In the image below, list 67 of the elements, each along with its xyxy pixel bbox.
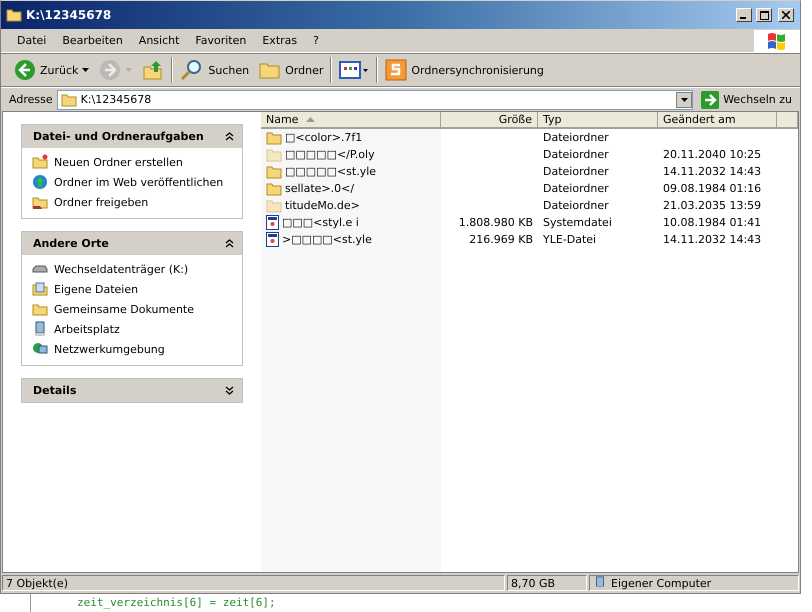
collapse-icon[interactable] bbox=[225, 132, 234, 141]
menu-item[interactable]: Datei bbox=[9, 34, 54, 47]
file-name-cell[interactable]: □□□□□<st.yle bbox=[261, 163, 441, 180]
go-button[interactable]: Wechseln zu bbox=[697, 90, 796, 108]
column-header[interactable]: Größe bbox=[441, 112, 538, 129]
panel-header[interactable]: Andere Orte bbox=[22, 232, 242, 255]
task-link[interactable]: Ordner im Web veröffentlichen bbox=[32, 174, 232, 190]
folder-icon bbox=[6, 8, 22, 22]
new-folder-icon bbox=[32, 154, 48, 170]
file-name-cell[interactable]: >□□□□<st.yle bbox=[261, 231, 441, 248]
task-link[interactable]: Netzwerkumgebung bbox=[32, 341, 232, 357]
task-link[interactable]: Ordner freigeben bbox=[32, 194, 232, 210]
file-name-cell[interactable]: sellate>.0</ bbox=[261, 180, 441, 197]
menu-item[interactable]: Extras bbox=[254, 34, 306, 47]
dropdown-button[interactable] bbox=[676, 92, 692, 108]
menu-item[interactable]: Bearbeiten bbox=[54, 34, 131, 47]
maximize-button[interactable] bbox=[756, 8, 772, 22]
system-file-icon bbox=[266, 232, 279, 247]
menu-item[interactable]: ? bbox=[305, 34, 327, 47]
column-header[interactable]: Name bbox=[261, 112, 441, 129]
search-button[interactable]: Suchen bbox=[177, 56, 252, 84]
task-link[interactable]: Gemeinsame Dokumente bbox=[32, 301, 232, 317]
expand-icon[interactable] bbox=[225, 386, 234, 395]
close-icon bbox=[782, 11, 790, 19]
file-name-cell[interactable]: titudeMo.de> bbox=[261, 197, 441, 214]
views-icon bbox=[339, 60, 370, 80]
sync-icon bbox=[385, 59, 408, 81]
caret-icon bbox=[680, 98, 688, 102]
panel-header[interactable]: Details bbox=[22, 379, 242, 402]
computer-icon bbox=[593, 576, 607, 590]
panel-header[interactable]: Datei- und Ordneraufgaben bbox=[22, 125, 242, 148]
folders-button[interactable]: Ordner bbox=[256, 56, 326, 84]
minimize-button[interactable] bbox=[736, 8, 752, 22]
sync-button[interactable]: Ordnersynchronisierung bbox=[382, 56, 547, 84]
column-header[interactable]: Typ bbox=[538, 112, 658, 129]
folder-icon bbox=[60, 92, 77, 106]
task-link[interactable]: Arbeitsplatz bbox=[32, 321, 232, 337]
globe-icon bbox=[32, 174, 48, 190]
close-button[interactable] bbox=[778, 8, 794, 22]
file-name-cell[interactable]: □□□□□</P.oly bbox=[261, 146, 441, 163]
task-link[interactable]: Neuen Ordner erstellen bbox=[32, 154, 232, 170]
caret-icon bbox=[82, 68, 90, 72]
caret-icon bbox=[125, 68, 132, 72]
window-title: K:\12345678 bbox=[26, 8, 112, 22]
go-arrow-icon bbox=[701, 90, 720, 108]
address-field[interactable]: K:\12345678 bbox=[56, 90, 694, 110]
task-link[interactable]: Wechseldatenträger (K:) bbox=[32, 261, 232, 277]
maximize-icon bbox=[760, 10, 768, 20]
computer-icon bbox=[32, 321, 48, 337]
address-label: Adresse bbox=[9, 93, 53, 106]
task-link[interactable]: Eigene Dateien bbox=[32, 281, 232, 297]
system-file-icon bbox=[266, 215, 279, 230]
collapse-icon[interactable] bbox=[225, 239, 234, 248]
menu-item[interactable]: Ansicht bbox=[130, 34, 188, 47]
background-code-line: zeit_verzeichnis[6] = zeit[6]; bbox=[77, 596, 276, 609]
sort-arrow-icon bbox=[306, 117, 316, 122]
file-name-cell[interactable]: □<color>.7f1 bbox=[261, 129, 441, 146]
column-header-filler bbox=[777, 112, 798, 129]
column-header[interactable]: Geändert am bbox=[658, 112, 777, 129]
menu-item[interactable]: Favoriten bbox=[187, 34, 254, 47]
status-zone: Eigener Computer bbox=[589, 575, 799, 591]
status-size: 8,70 GB bbox=[507, 575, 587, 591]
file-name-cell[interactable]: □□□<styl.e i bbox=[261, 214, 441, 231]
documents-folder-icon bbox=[32, 281, 48, 297]
status-objects: 7 Objekt(e) bbox=[2, 575, 505, 591]
back-button[interactable]: Zurück bbox=[11, 56, 92, 84]
folder-up-icon bbox=[142, 59, 164, 81]
